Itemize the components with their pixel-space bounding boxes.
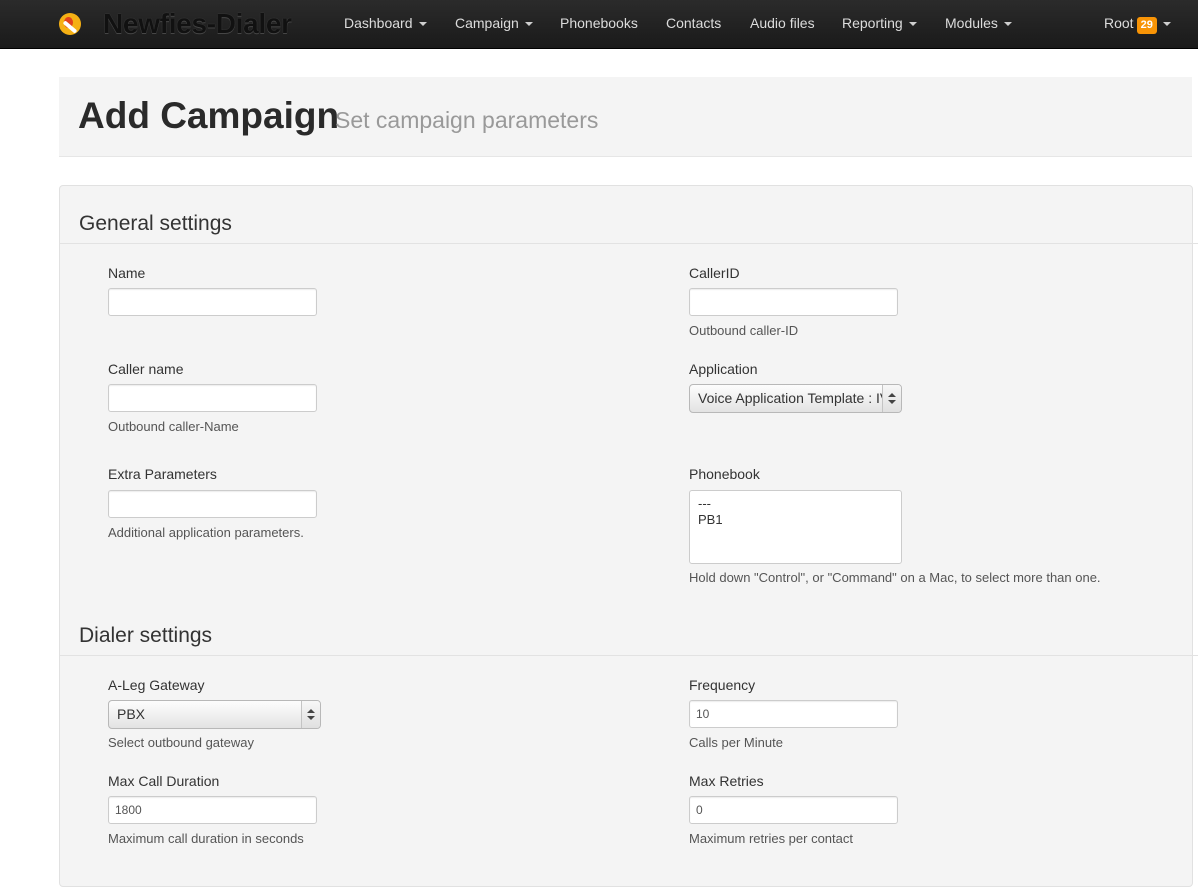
name-input[interactable] — [108, 288, 317, 316]
dialer-settings-heading: Dialer settings — [79, 624, 213, 647]
extra-parameters-help: Additional application parameters. — [108, 525, 304, 540]
a-leg-gateway-help: Select outbound gateway — [108, 735, 254, 750]
brand-link[interactable]: Newfies-Dialer — [59, 8, 292, 39]
select-arrows-icon — [301, 701, 320, 728]
phonebook-help: Hold down "Control", or "Command" on a M… — [689, 570, 1101, 585]
caller-name-label: Caller name — [108, 361, 184, 377]
max-retries-help: Maximum retries per contact — [689, 831, 853, 846]
application-select[interactable]: Voice Application Template : IVR — [689, 384, 902, 413]
callerid-input[interactable] — [689, 288, 898, 316]
page-subtitle: Set campaign parameters — [335, 107, 599, 133]
extra-parameters-label: Extra Parameters — [108, 466, 217, 482]
caller-name-input[interactable] — [108, 384, 317, 412]
callerid-label: CallerID — [689, 265, 740, 281]
a-leg-gateway-select[interactable]: PBX — [108, 700, 321, 729]
max-call-duration-input[interactable] — [108, 796, 317, 824]
nav-audio-files-label: Audio files — [750, 15, 815, 31]
callerid-help: Outbound caller-ID — [689, 323, 799, 338]
select-arrows-icon — [882, 385, 901, 412]
general-settings-heading: General settings — [79, 212, 232, 235]
chevron-down-icon — [908, 22, 917, 27]
nav-reporting[interactable]: Reporting — [842, 15, 917, 31]
nav-audio-files[interactable]: Audio files — [750, 15, 815, 31]
nav-phonebooks[interactable]: Phonebooks — [560, 15, 638, 31]
nav-campaign[interactable]: Campaign — [455, 15, 533, 31]
name-label: Name — [108, 265, 146, 281]
application-label: Application — [689, 361, 758, 377]
nav-reporting-label: Reporting — [842, 15, 903, 31]
a-leg-gateway-label: A-Leg Gateway — [108, 677, 205, 693]
nav-campaign-label: Campaign — [455, 15, 519, 31]
nav-contacts[interactable]: Contacts — [666, 15, 721, 31]
nav-modules-label: Modules — [945, 15, 998, 31]
frequency-help: Calls per Minute — [689, 735, 783, 750]
top-navbar: Newfies-Dialer Dashboard Campaign Phoneb… — [0, 0, 1198, 49]
notification-badge: 29 — [1136, 17, 1157, 34]
max-call-duration-label: Max Call Duration — [108, 773, 220, 789]
nav-dashboard-label: Dashboard — [344, 15, 413, 31]
nav-phonebooks-label: Phonebooks — [560, 15, 638, 31]
max-retries-input[interactable] — [689, 796, 898, 824]
brand-name: Newfies-Dialer — [103, 8, 292, 39]
nav-modules[interactable]: Modules — [945, 15, 1012, 31]
nav-dashboard[interactable]: Dashboard — [344, 15, 427, 31]
divider — [60, 243, 1198, 244]
newfies-logo-icon — [59, 13, 81, 35]
chevron-down-icon — [524, 22, 533, 27]
chevron-down-icon — [418, 22, 427, 27]
caller-name-help: Outbound caller-Name — [108, 419, 239, 434]
page-header: Add Campaign Set campaign parameters — [59, 77, 1192, 157]
chevron-down-icon — [1003, 22, 1012, 27]
nav-contacts-label: Contacts — [666, 15, 722, 31]
phonebook-option[interactable]: --- — [698, 496, 893, 512]
max-call-duration-help: Maximum call duration in seconds — [108, 831, 304, 846]
frequency-label: Frequency — [689, 677, 756, 693]
application-selected-value: Voice Application Template : IVR — [698, 390, 884, 406]
phonebook-option[interactable]: PB1 — [698, 512, 893, 528]
frequency-input[interactable] — [689, 700, 898, 728]
page-title: Add Campaign — [78, 95, 340, 136]
user-name: Root — [1104, 15, 1134, 31]
extra-parameters-input[interactable] — [108, 490, 317, 518]
nav-user-menu[interactable]: Root 29 — [1104, 15, 1171, 34]
max-retries-label: Max Retries — [689, 773, 764, 789]
divider — [60, 655, 1198, 656]
phonebook-multiselect[interactable]: --- PB1 — [689, 490, 902, 564]
chevron-down-icon — [1162, 22, 1171, 27]
campaign-form: General settings Name CallerID Outbound … — [59, 185, 1198, 887]
phonebook-label: Phonebook — [689, 466, 760, 482]
a-leg-gateway-selected-value: PBX — [117, 706, 146, 722]
